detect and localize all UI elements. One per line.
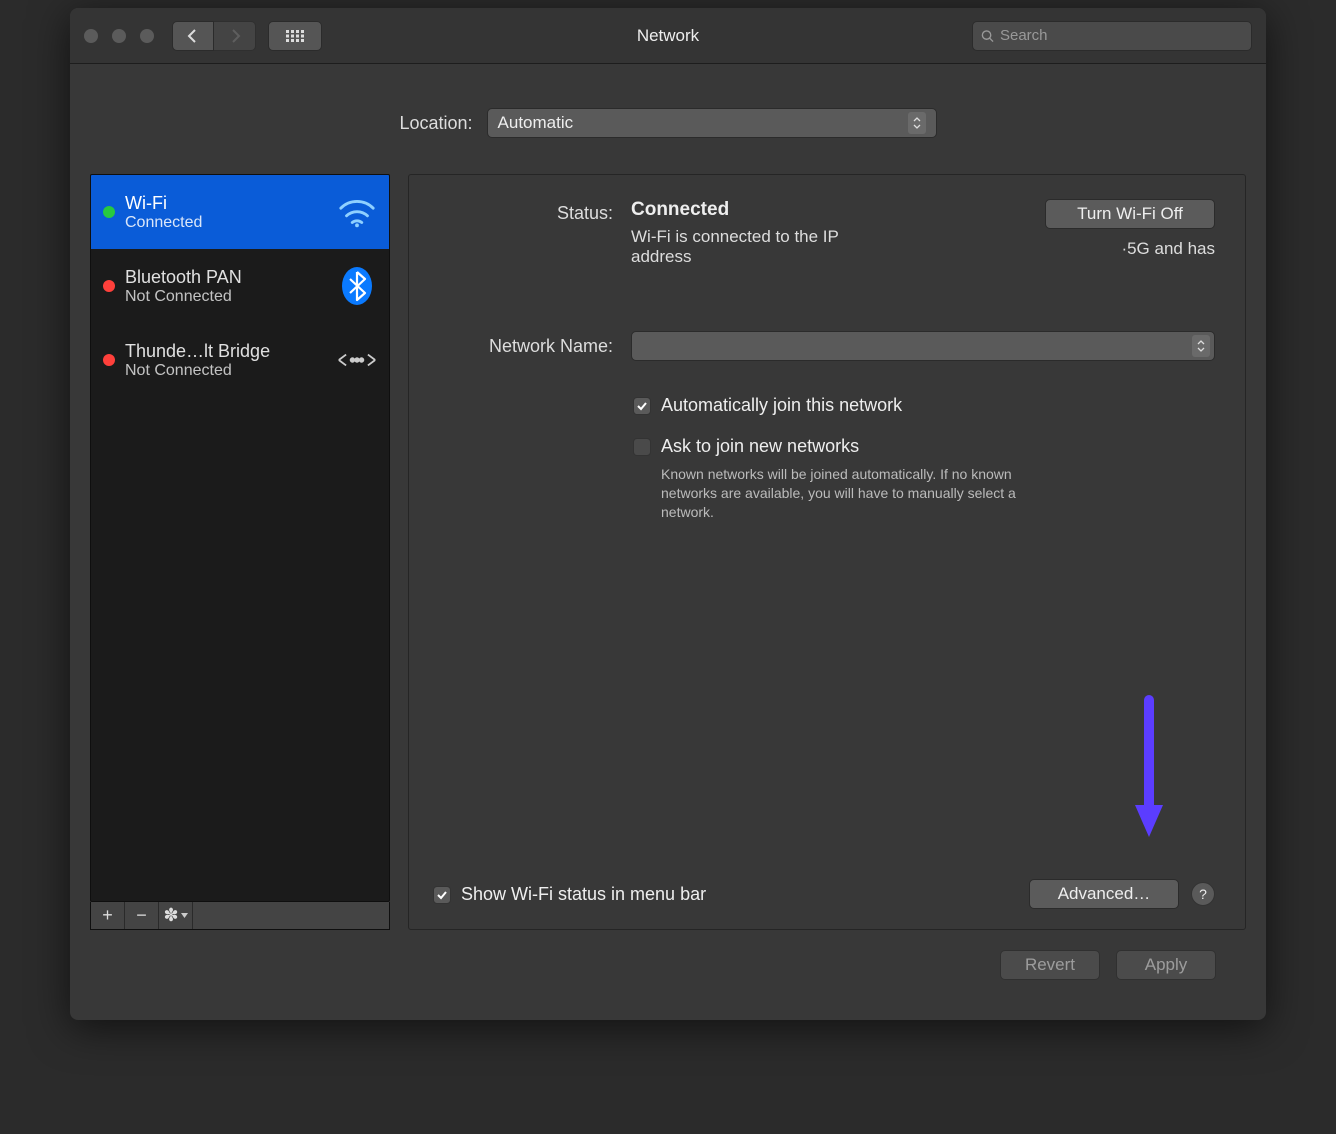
service-status: Not Connected [125,362,327,380]
status-dot-icon [103,206,115,218]
network-preferences-window: Network Location: Automatic [70,8,1266,1020]
select-arrows-icon [1192,335,1210,357]
network-name-label: Network Name: [433,336,613,357]
zoom-button[interactable] [140,29,154,43]
traffic-lights [84,29,154,43]
gear-icon: ✽ [163,905,178,926]
close-button[interactable] [84,29,98,43]
menubar-label: Show Wi-Fi status in menu bar [461,884,706,905]
chevron-left-icon [187,29,199,43]
help-button[interactable]: ? [1191,882,1215,906]
status-value: Connected [631,199,1045,221]
service-name: Bluetooth PAN [125,267,327,288]
location-row: Location: Automatic [90,108,1246,138]
chevron-right-icon [229,29,241,43]
check-icon [636,400,648,412]
search-input[interactable] [1000,27,1243,44]
sidebar-toolbar: + − ✽ [90,902,390,930]
minimize-button[interactable] [112,29,126,43]
chevron-down-icon [181,913,188,918]
location-select[interactable]: Automatic [487,108,937,138]
menubar-checkbox[interactable] [433,886,451,904]
location-value: Automatic [498,113,574,133]
service-item-wifi[interactable]: Wi-Fi Connected [91,175,389,249]
search-icon [981,29,994,43]
service-name: Wi-Fi [125,193,327,214]
check-icon [436,889,448,901]
advanced-button[interactable]: Advanced… [1029,879,1179,909]
service-list: Wi-Fi Connected Bluetooth PAN Not Connec… [90,174,390,902]
service-item-thunderbolt[interactable]: Thunde…lt Bridge Not Connected [91,323,389,397]
wifi-icon [337,192,377,232]
wifi-toggle-button[interactable]: Turn Wi-Fi Off [1045,199,1215,229]
connection-extra-info: ·5G and has [1045,239,1215,259]
ask-join-sub: Known networks will be joined automatica… [661,465,1041,522]
forward-button[interactable] [214,21,256,51]
service-actions-button[interactable]: ✽ [159,902,193,929]
ask-join-label: Ask to join new networks [661,436,1041,457]
status-sub: Wi-Fi is connected to the IP address [631,227,861,267]
back-button[interactable] [172,21,214,51]
remove-service-button[interactable]: − [125,902,159,929]
show-all-button[interactable] [268,21,322,51]
location-label: Location: [399,113,472,134]
service-status: Not Connected [125,288,327,306]
service-item-bluetooth[interactable]: Bluetooth PAN Not Connected [91,249,389,323]
auto-join-checkbox[interactable] [633,397,651,415]
detail-pane: Status: Connected Wi-Fi is connected to … [408,174,1246,930]
titlebar: Network [70,8,1266,64]
status-dot-icon [103,280,115,292]
service-name: Thunde…lt Bridge [125,341,327,362]
grid-icon [286,30,304,42]
status-dot-icon [103,354,115,366]
search-box[interactable] [972,21,1252,51]
revert-button[interactable]: Revert [1000,950,1100,980]
ask-join-checkbox[interactable] [633,438,651,456]
service-sidebar: Wi-Fi Connected Bluetooth PAN Not Connec… [90,174,390,930]
apply-button[interactable]: Apply [1116,950,1216,980]
footer: Revert Apply [90,930,1246,1000]
add-service-button[interactable]: + [91,902,125,929]
network-name-select[interactable] [631,331,1215,361]
bluetooth-icon [337,266,377,306]
auto-join-label: Automatically join this network [661,395,902,416]
thunderbolt-icon [337,340,377,380]
service-status: Connected [125,214,327,232]
status-label: Status: [433,199,613,224]
select-arrows-icon [908,112,926,134]
annotation-arrow-icon [1129,695,1169,845]
